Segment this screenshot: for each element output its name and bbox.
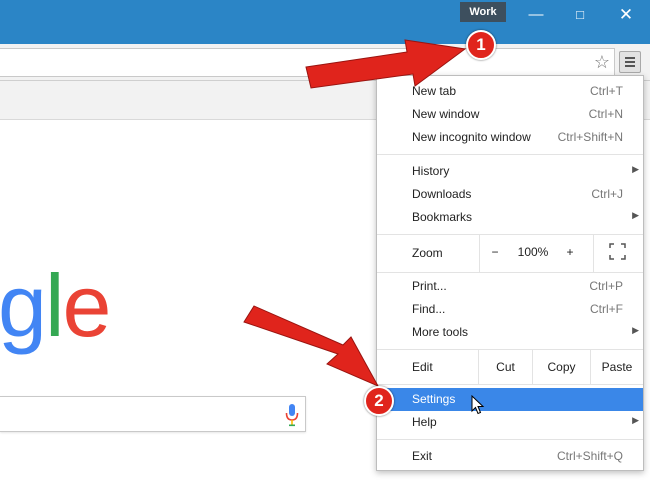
menu-separator	[377, 234, 643, 235]
zoom-label: Zoom	[412, 246, 443, 260]
profile-button[interactable]: Work	[460, 2, 506, 22]
search-input[interactable]	[0, 396, 306, 432]
menu-separator	[377, 439, 643, 440]
menu-shortcut: Ctrl+Shift+N	[557, 130, 623, 144]
mouse-cursor-icon	[471, 395, 485, 415]
menu-label: Help	[412, 415, 437, 429]
menu-item-history[interactable]: History ▶	[377, 160, 643, 183]
menu-shortcut: Ctrl+Shift+Q	[556, 449, 623, 463]
minimize-icon[interactable]: —	[521, 4, 551, 26]
star-icon[interactable]: ☆	[591, 51, 613, 73]
menu-separator	[377, 272, 643, 273]
copy-button[interactable]: Copy	[533, 360, 590, 374]
menu-shortcut: Ctrl+J	[591, 187, 623, 201]
menu-item-new-window[interactable]: New window Ctrl+N	[377, 103, 643, 126]
paste-button[interactable]: Paste	[591, 360, 643, 374]
menu-item-find[interactable]: Find... Ctrl+F	[377, 298, 643, 321]
zoom-level: 100%	[517, 245, 549, 259]
menu-separator	[377, 384, 643, 385]
zoom-out-button[interactable]: −	[484, 245, 506, 259]
logo-letter-g: g	[0, 256, 47, 355]
menu-label: Settings	[412, 392, 456, 406]
menu-label: New incognito window	[412, 130, 531, 144]
menu-item-exit[interactable]: Exit Ctrl+Shift+Q	[377, 445, 643, 468]
menu-label: History	[412, 164, 450, 178]
step-1-badge: 1	[466, 30, 496, 60]
maximize-icon[interactable]: □	[565, 4, 595, 26]
title-bar	[0, 0, 650, 44]
logo-letter-e: e	[62, 256, 112, 355]
address-bar[interactable]	[0, 48, 615, 77]
menu-item-new-incognito-window[interactable]: New incognito window Ctrl+Shift+N	[377, 126, 643, 149]
menu-shortcut: Ctrl+T	[590, 84, 623, 98]
menu-label: New window	[412, 107, 480, 121]
menu-separator	[377, 154, 643, 155]
google-logo: gle	[0, 256, 112, 355]
submenu-arrow-icon: ▶	[632, 415, 639, 425]
zoom-in-button[interactable]: +	[559, 245, 581, 259]
submenu-arrow-icon: ▶	[632, 210, 639, 220]
menu-shortcut: Ctrl+N	[588, 107, 623, 121]
fullscreen-icon[interactable]	[609, 243, 626, 260]
menu-item-settings[interactable]: Settings	[377, 388, 643, 411]
menu-label: Bookmarks	[412, 210, 473, 224]
menu-label: Find...	[412, 302, 446, 316]
menu-separator	[377, 349, 643, 350]
menu-item-print[interactable]: Print... Ctrl+P	[377, 275, 643, 298]
submenu-arrow-icon: ▶	[632, 325, 639, 335]
menu-shortcut: Ctrl+P	[589, 279, 623, 293]
chrome-menu: New tab Ctrl+T New window Ctrl+N New inc…	[376, 75, 644, 471]
menu-item-downloads[interactable]: Downloads Ctrl+J	[377, 183, 643, 206]
menu-label: Exit	[412, 449, 433, 463]
menu-label: More tools	[412, 325, 469, 339]
menu-label: Downloads	[412, 187, 472, 201]
hamburger-menu-icon[interactable]	[619, 51, 641, 73]
menu-item-help[interactable]: Help ▶	[377, 411, 643, 434]
menu-divider	[479, 235, 480, 272]
submenu-arrow-icon: ▶	[632, 164, 639, 174]
menu-divider	[593, 235, 594, 272]
menu-label: New tab	[412, 84, 457, 98]
arrow-step-2	[243, 305, 380, 388]
menu-shortcut: Ctrl+F	[590, 302, 623, 316]
edit-label: Edit	[412, 360, 433, 374]
cut-button[interactable]: Cut	[479, 360, 532, 374]
microphone-icon[interactable]	[284, 403, 300, 427]
close-icon[interactable]: ✕	[611, 4, 641, 26]
menu-item-new-tab[interactable]: New tab Ctrl+T	[377, 80, 643, 103]
logo-letter-l: l	[44, 256, 65, 355]
step-2-badge: 2	[364, 386, 394, 416]
menu-row-zoom: Zoom	[377, 240, 643, 267]
menu-item-more-tools[interactable]: More tools ▶	[377, 321, 643, 344]
menu-item-bookmarks[interactable]: Bookmarks ▶	[377, 206, 643, 229]
menu-label: Print...	[412, 279, 447, 293]
